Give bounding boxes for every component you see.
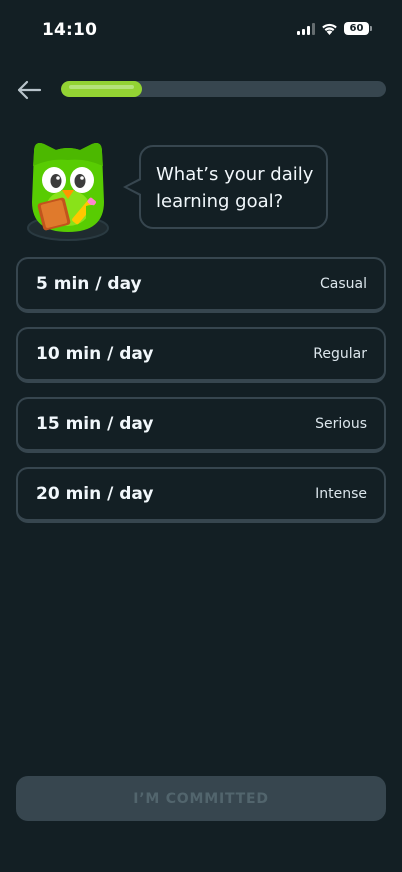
arrow-left-icon: [17, 80, 42, 100]
owl-mascot-icon: [26, 136, 116, 242]
status-icons: 60: [297, 22, 372, 35]
status-time: 14:10: [42, 20, 98, 40]
signal-icon: [297, 22, 315, 35]
goal-option-serious[interactable]: 15 min / day Serious: [16, 397, 386, 453]
daily-goal-screen: 14:10 60 What’s your daily learning goal…: [0, 0, 402, 872]
goal-option-level: Serious: [315, 416, 367, 432]
goal-option-casual[interactable]: 5 min / day Casual: [16, 257, 386, 313]
goal-option-regular[interactable]: 10 min / day Regular: [16, 327, 386, 383]
speech-bubble: What’s your daily learning goal?: [139, 145, 328, 229]
goal-option-intense[interactable]: 20 min / day Intense: [16, 467, 386, 523]
progress-fill: [61, 81, 143, 97]
goal-option-time: 5 min / day: [36, 274, 142, 294]
goal-option-time: 20 min / day: [36, 484, 154, 504]
goal-option-level: Intense: [315, 486, 367, 502]
commit-button[interactable]: I’M COMMITTED: [16, 776, 386, 821]
goal-options-list: 5 min / day Casual 10 min / day Regular …: [16, 257, 386, 537]
wifi-icon: [321, 23, 338, 35]
lesson-progress-bar: [61, 81, 386, 97]
goal-option-time: 15 min / day: [36, 414, 154, 434]
goal-option-time: 10 min / day: [36, 344, 154, 364]
battery-level: 60: [344, 22, 369, 35]
goal-option-level: Casual: [320, 276, 367, 292]
battery-icon: 60: [344, 22, 372, 35]
back-button[interactable]: [14, 76, 44, 104]
goal-question-line-1: What’s your daily: [156, 164, 314, 185]
goal-option-level: Regular: [313, 346, 367, 362]
status-bar: 14:10 60: [0, 0, 402, 56]
goal-question-line-2: learning goal?: [156, 191, 284, 212]
